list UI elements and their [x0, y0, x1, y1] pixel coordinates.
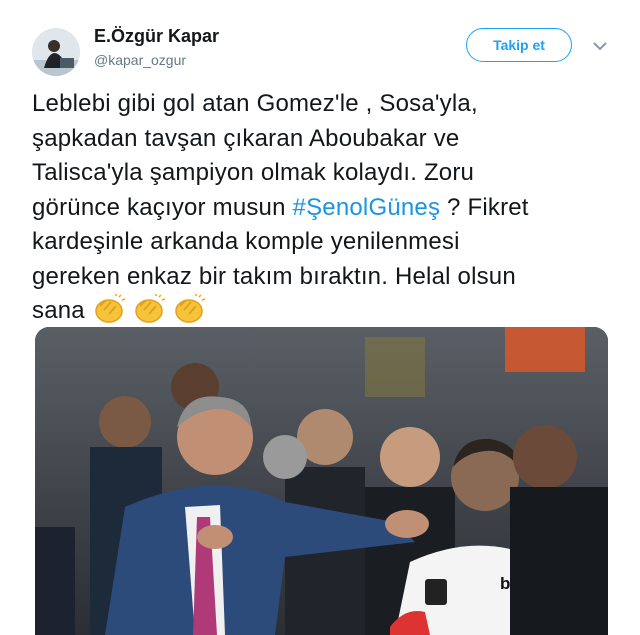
- tweet-photo[interactable]: beko: [35, 327, 608, 635]
- tweet-line: kardeşinle arkanda komple yenilenmesi: [32, 228, 460, 255]
- tweet-line: Leblebi gibi gol atan Gomez'le , Sosa'yl…: [32, 90, 478, 117]
- tweet-line: gereken enkaz bir takım bıraktın. Helal …: [32, 262, 516, 290]
- tweet-line: görünce kaçıyor musun #ŞenolGüneş ? Fikr…: [32, 191, 612, 226]
- tweet-text-segment: görünce kaçıyor musun: [32, 193, 293, 221]
- hashtag-link[interactable]: #ŞenolGüneş: [293, 194, 441, 221]
- chevron-down-icon[interactable]: [590, 36, 610, 56]
- clapping-hands-icon: [132, 294, 166, 324]
- tweet-line: Talisca'yla şampiyon olmak kolaydı. Zoru: [32, 159, 475, 186]
- tweet-text-segment: ? Fikret: [440, 193, 529, 221]
- avatar[interactable]: [32, 28, 80, 76]
- tweet-header: E.Özgür Kapar @kapar_ozgur Takip et: [32, 22, 622, 78]
- tweet-text-segment: sana: [32, 297, 85, 324]
- clapping-hands-icon: [172, 294, 206, 324]
- author-handle[interactable]: @kapar_ozgur: [94, 52, 186, 68]
- author-name[interactable]: E.Özgür Kapar: [94, 26, 219, 47]
- tweet-line: şapkadan tavşan çıkaran Aboubakar ve: [32, 124, 460, 152]
- follow-button[interactable]: Takip et: [466, 28, 572, 62]
- tweet-text: Leblebi gibi gol atan Gomez'le , Sosa'yl…: [32, 87, 612, 329]
- tweet-line: sana: [32, 294, 612, 329]
- clapping-hands-icon: [92, 294, 126, 324]
